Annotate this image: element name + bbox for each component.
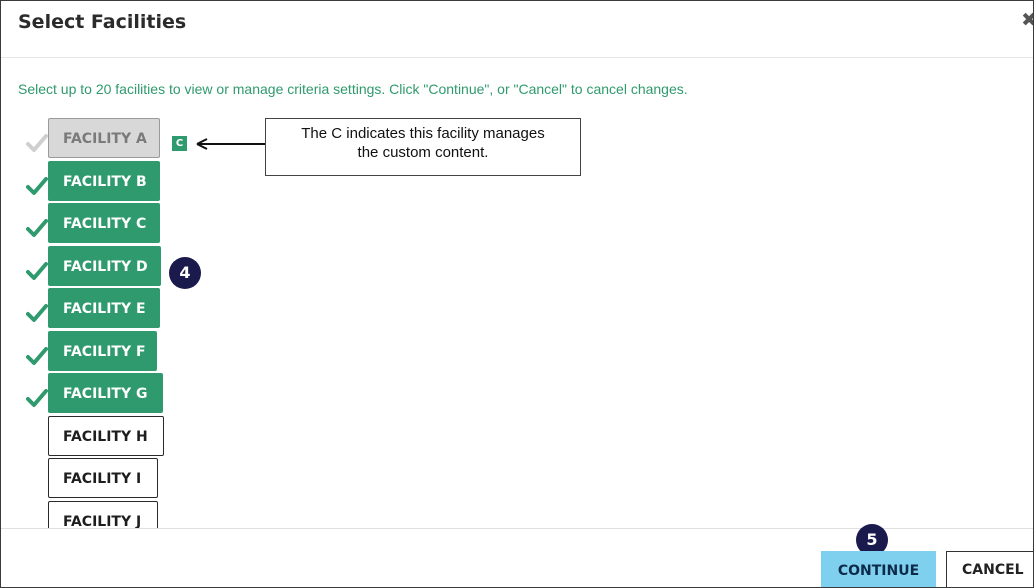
- cancel-button[interactable]: CANCEL: [946, 551, 1033, 587]
- custom-content-badge: C: [172, 136, 187, 151]
- callout-line-1: The C indicates this facility manages: [301, 125, 545, 142]
- dialog-title: Select Facilities: [18, 11, 187, 33]
- checkmark-icon: [26, 389, 48, 407]
- facility-button[interactable]: FACILITY I: [48, 458, 158, 498]
- checkmark-icon: [26, 177, 48, 195]
- callout-line-2: the custom content.: [357, 144, 489, 161]
- checkmark-icon: [26, 347, 48, 365]
- custom-content-callout: The C indicates this facility manages the…: [265, 118, 581, 176]
- facility-button[interactable]: FACILITY A: [48, 118, 160, 158]
- facility-button[interactable]: FACILITY B: [48, 161, 160, 201]
- facility-button[interactable]: FACILITY G: [48, 373, 163, 413]
- checkmark-icon: [26, 134, 48, 152]
- select-facilities-dialog: Select Facilities ✖ Select up to 20 faci…: [0, 0, 1034, 588]
- checkmark-icon: [26, 262, 48, 280]
- step-4-badge: 4: [169, 257, 201, 289]
- dialog-footer: 5 CONTINUE CANCEL: [1, 524, 1033, 587]
- instruction-text: Select up to 20 facilities to view or ma…: [18, 81, 688, 97]
- facility-button[interactable]: FACILITY F: [48, 331, 157, 371]
- checkmark-icon: [26, 219, 48, 237]
- dialog-header: Select Facilities ✖: [1, 1, 1033, 58]
- close-icon[interactable]: ✖: [1021, 9, 1033, 31]
- facility-button[interactable]: FACILITY H: [48, 416, 164, 456]
- continue-button[interactable]: CONTINUE: [821, 551, 936, 587]
- checkmark-icon: [26, 304, 48, 322]
- facility-button[interactable]: FACILITY C: [48, 203, 160, 243]
- facility-button[interactable]: FACILITY D: [48, 246, 161, 286]
- facility-button[interactable]: FACILITY E: [48, 288, 160, 328]
